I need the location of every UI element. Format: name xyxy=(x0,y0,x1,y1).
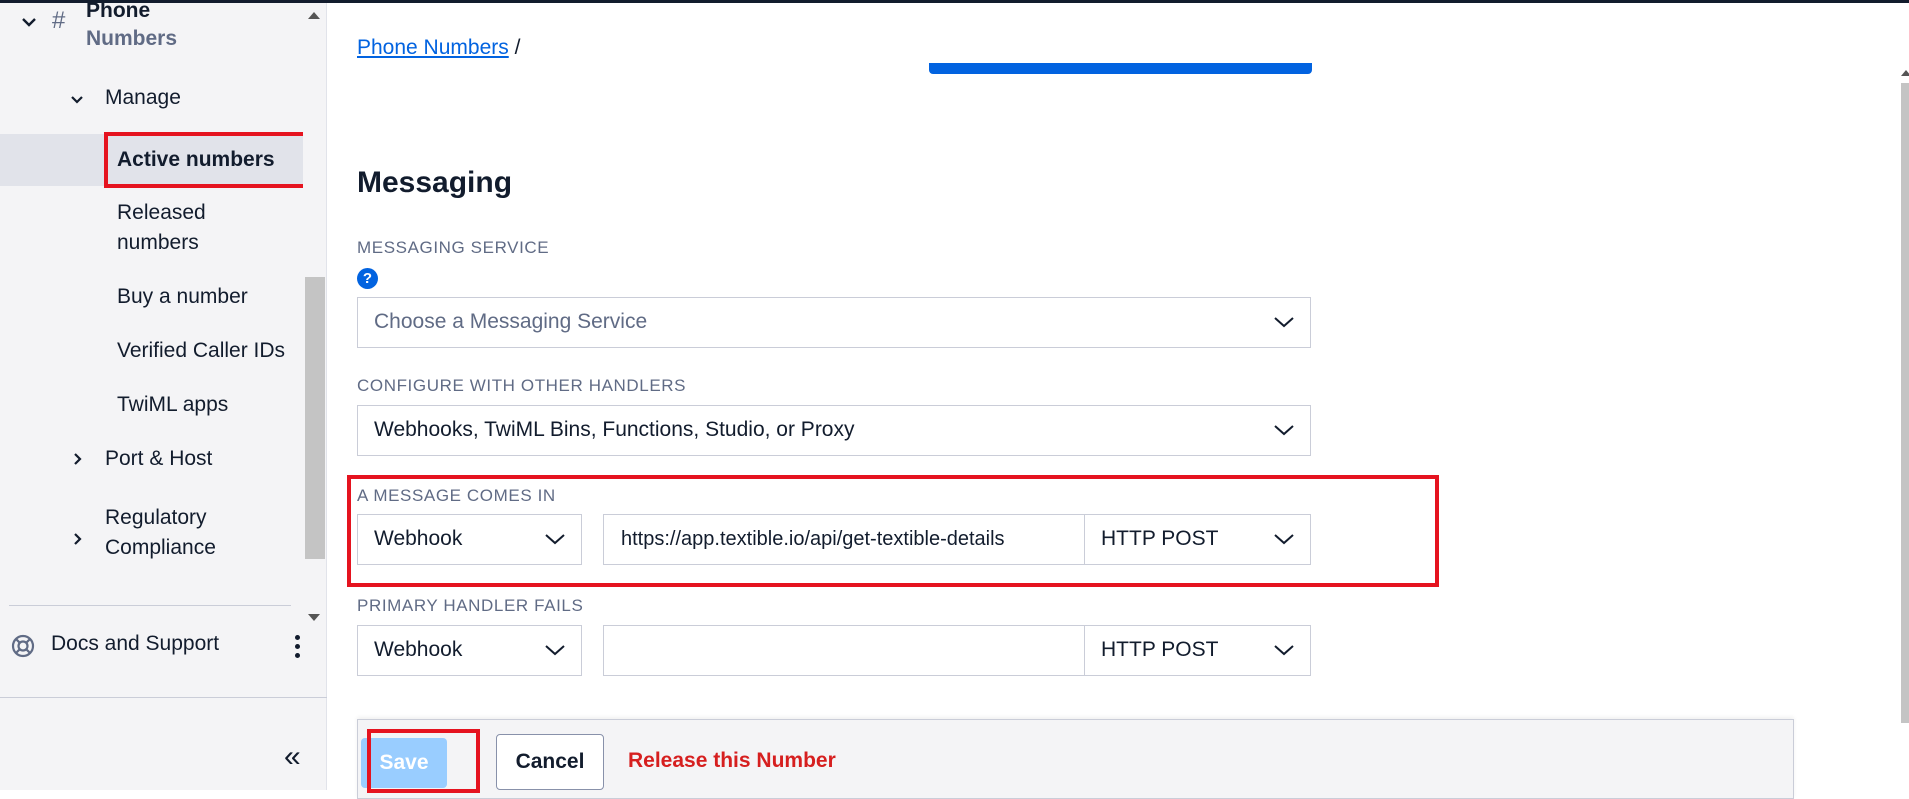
scrollbar-thumb[interactable] xyxy=(1901,83,1909,723)
breadcrumb: Phone Numbers / xyxy=(357,36,520,60)
sidebar-item-phone-numbers[interactable]: # Phone Numbers xyxy=(20,3,300,59)
lifebuoy-icon xyxy=(11,634,35,658)
messaging-service-label: MESSAGING SERVICE xyxy=(357,238,550,257)
message-comes-in-label: A MESSAGE COMES IN xyxy=(357,486,556,505)
release-number-link[interactable]: Release this Number xyxy=(628,749,836,773)
handler-type-value: Webhook xyxy=(374,638,463,661)
hash-icon: # xyxy=(52,7,66,34)
sidebar-item-verified-caller-ids[interactable]: Verified Caller IDs xyxy=(117,336,285,366)
save-button[interactable]: Save xyxy=(361,738,447,788)
scroll-up-arrow-icon[interactable] xyxy=(308,12,320,19)
cancel-button[interactable]: Cancel xyxy=(496,734,604,790)
section-title: Messaging xyxy=(357,166,513,199)
configure-handlers-value: Webhooks, TwiML Bins, Functions, Studio,… xyxy=(374,418,855,441)
messaging-service-select[interactable]: Choose a Messaging Service xyxy=(357,297,1311,348)
primary-handler-fails-label: PRIMARY HANDLER FAILS xyxy=(357,596,584,615)
primary-handler-fails-method-select[interactable]: HTTP POST xyxy=(1084,625,1311,676)
http-method-value: HTTP POST xyxy=(1101,527,1219,550)
sidebar-item-port-host[interactable]: Port & Host xyxy=(105,444,212,474)
message-comes-in-method-select[interactable]: HTTP POST xyxy=(1084,514,1311,565)
breadcrumb-link-phone-numbers[interactable]: Phone Numbers xyxy=(357,36,509,59)
sidebar-item-active-numbers[interactable]: Active numbers xyxy=(117,145,275,175)
docs-support-label: Docs and Support xyxy=(51,632,220,655)
sidebar-item-regulatory-compliance[interactable]: Regulatory Compliance xyxy=(105,503,216,563)
scroll-up-arrow-icon[interactable] xyxy=(1901,70,1909,76)
sidebar-scrollbar[interactable] xyxy=(303,3,325,621)
sidebar-item-released-numbers[interactable]: Released numbers xyxy=(117,198,206,258)
chevron-down-icon xyxy=(22,18,36,27)
more-options-icon[interactable] xyxy=(292,632,302,662)
sidebar-divider xyxy=(0,697,327,698)
chevron-right-icon[interactable] xyxy=(71,452,85,466)
message-comes-in-url-input[interactable]: https://app.textible.io/api/get-textible… xyxy=(603,514,1085,565)
main-content: Phone Numbers / Messaging MESSAGING SERV… xyxy=(328,3,1909,799)
sidebar-nav: # Phone Numbers Manage Active numbers Re… xyxy=(0,3,303,618)
sidebar-item-label: Regulatory xyxy=(105,506,207,529)
docs-and-support[interactable]: Docs and Support xyxy=(0,628,327,670)
sidebar-item-label: Numbers xyxy=(86,27,178,50)
help-icon[interactable]: ? xyxy=(357,268,378,289)
chevron-down-icon[interactable] xyxy=(70,93,84,107)
chevron-down-icon xyxy=(1274,317,1294,328)
sidebar-item-buy-number[interactable]: Buy a number xyxy=(117,282,248,312)
main-scrollbar[interactable] xyxy=(1901,3,1909,790)
configure-handlers-select[interactable]: Webhooks, TwiML Bins, Functions, Studio,… xyxy=(357,405,1311,456)
blue-button-edge[interactable] xyxy=(929,63,1312,74)
configure-handlers-label: CONFIGURE WITH OTHER HANDLERS xyxy=(357,376,687,395)
sidebar: # Phone Numbers Manage Active numbers Re… xyxy=(0,3,327,790)
scroll-down-arrow-icon[interactable] xyxy=(308,614,320,621)
messaging-service-placeholder: Choose a Messaging Service xyxy=(374,310,648,333)
sidebar-item-label: Phone xyxy=(86,3,151,22)
sidebar-item-twiml-apps[interactable]: TwiML apps xyxy=(117,390,228,420)
chevron-down-icon xyxy=(1274,645,1294,656)
sidebar-item-label: Released xyxy=(117,201,206,224)
sidebar-item-label: Compliance xyxy=(105,536,216,559)
handler-type-value: Webhook xyxy=(374,527,463,550)
primary-handler-fails-url-input[interactable] xyxy=(603,625,1085,676)
collapse-sidebar-icon[interactable]: « xyxy=(284,740,301,774)
chevron-down-icon xyxy=(1274,425,1294,436)
breadcrumb-separator: / xyxy=(514,36,521,59)
chevron-down-icon xyxy=(545,534,565,545)
message-comes-in-type-select[interactable]: Webhook xyxy=(357,514,582,565)
scrollbar-thumb[interactable] xyxy=(305,277,325,559)
sidebar-item-manage[interactable]: Manage xyxy=(105,83,181,113)
http-method-value: HTTP POST xyxy=(1101,638,1219,661)
chevron-down-icon xyxy=(545,645,565,656)
primary-handler-fails-type-select[interactable]: Webhook xyxy=(357,625,582,676)
url-value: https://app.textible.io/api/get-textible… xyxy=(621,528,1005,550)
chevron-down-icon xyxy=(1274,534,1294,545)
chevron-right-icon[interactable] xyxy=(71,532,85,546)
sidebar-divider xyxy=(9,605,291,606)
sidebar-item-label: numbers xyxy=(117,231,199,254)
